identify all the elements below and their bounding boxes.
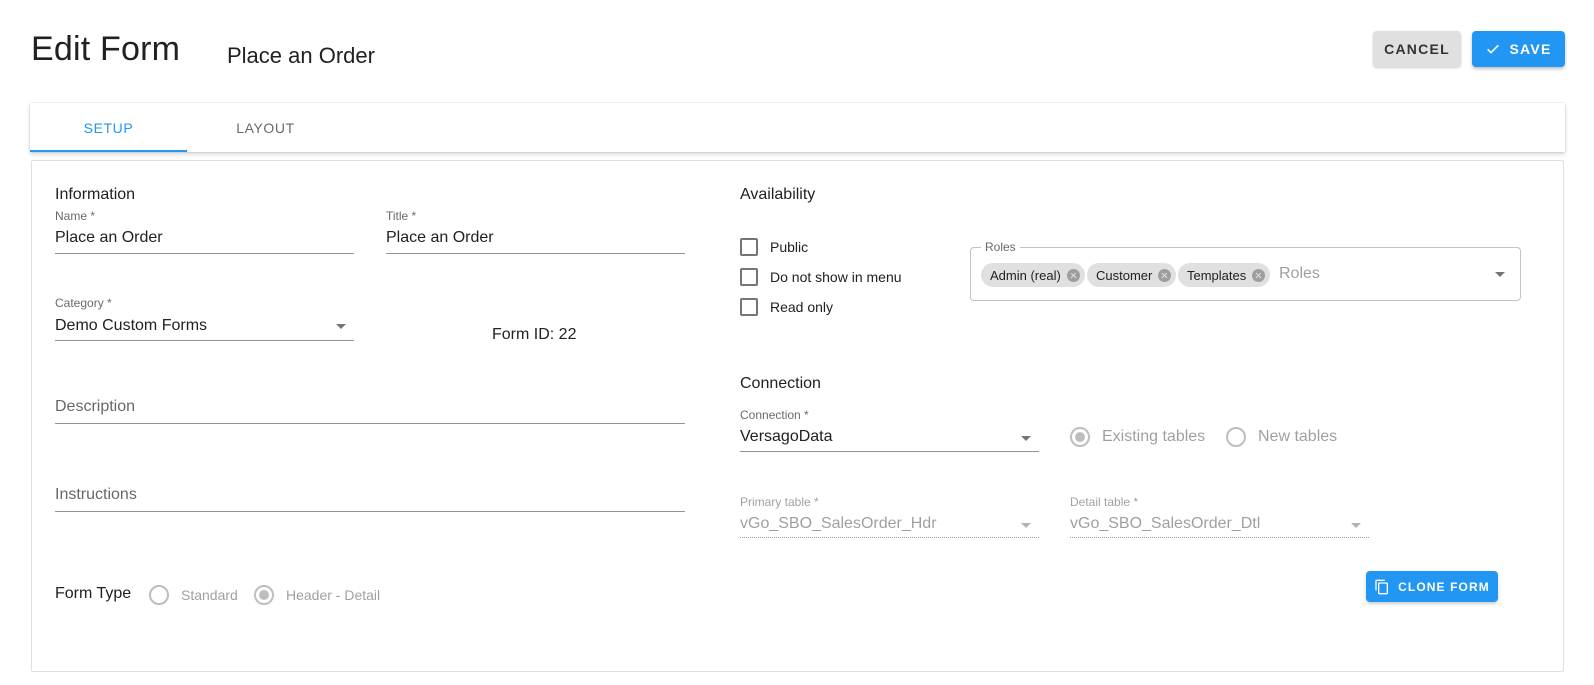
description-field-placeholder: Description [55, 398, 136, 415]
description-field[interactable]: Description [55, 398, 685, 425]
category-select-underline [55, 340, 354, 341]
cancel-button[interactable]: CANCEL [1373, 31, 1461, 67]
connection-select[interactable]: Connection * VersagoData [740, 408, 1039, 453]
instructions-field-placeholder: Instructions [55, 486, 137, 503]
detail-table-select-label: Detail table * [1070, 495, 1139, 509]
roles-select-label: Roles [981, 240, 1020, 254]
primary-table-select-value: vGo_SBO_SalesOrder_Hdr [740, 515, 937, 532]
hide-in-menu-checkbox[interactable]: Do not show in menu [740, 268, 902, 286]
read-only-checkbox[interactable]: Read only [740, 298, 833, 316]
tab-layout[interactable]: LAYOUT [187, 103, 344, 152]
clone-form-button[interactable]: CLONE FORM [1366, 571, 1498, 602]
new-tables-label: New tables [1258, 428, 1338, 445]
existing-tables-radio[interactable]: Existing tables [1070, 427, 1205, 447]
instructions-field[interactable]: Instructions [55, 486, 685, 513]
save-button-label: SAVE [1509, 41, 1552, 57]
chevron-down-icon [1021, 523, 1031, 528]
description-field-underline [55, 423, 685, 424]
role-chip-customer: Customer [1087, 263, 1177, 287]
detail-table-select[interactable]: Detail table * vGo_SBO_SalesOrder_Dtl [1070, 495, 1369, 540]
title-field[interactable]: Title * Place an Order [386, 209, 685, 254]
category-select-label: Category * [55, 296, 112, 310]
chevron-down-icon [1495, 272, 1505, 277]
detail-table-select-value: vGo_SBO_SalesOrder_Dtl [1070, 515, 1261, 532]
form-type-header-detail-radio[interactable]: Header - Detail [254, 585, 380, 605]
chevron-down-icon [336, 324, 346, 329]
save-button[interactable]: SAVE [1472, 31, 1565, 67]
information-section-title: Information [55, 186, 136, 203]
close-icon[interactable] [1066, 268, 1080, 282]
form-subtitle: Place an Order [227, 43, 375, 68]
primary-table-select-label: Primary table * [740, 495, 819, 509]
existing-tables-label: Existing tables [1102, 428, 1206, 445]
title-field-underline [386, 253, 685, 254]
checkbox-box [740, 298, 758, 316]
name-field[interactable]: Name * Place an Order [55, 209, 354, 254]
chevron-down-icon [1351, 523, 1361, 528]
title-field-label: Title * [386, 209, 417, 223]
tab-bar: SETUP LAYOUT [30, 103, 1565, 152]
roles-select-placeholder: Roles [1279, 265, 1320, 282]
read-only-checkbox-label: Read only [770, 299, 834, 315]
name-field-underline [55, 253, 354, 254]
clone-form-button-label: CLONE FORM [1398, 579, 1490, 594]
radio-circle-checked [254, 585, 274, 605]
close-icon[interactable] [1158, 268, 1172, 282]
tab-setup[interactable]: SETUP [30, 103, 187, 152]
primary-table-select-underline [740, 537, 1039, 538]
form-id: Form ID: 22 [492, 326, 577, 343]
page-title: Edit Form [31, 30, 181, 68]
hide-in-menu-checkbox-label: Do not show in menu [770, 269, 902, 285]
roles-select[interactable]: Roles Admin (real) Customer Templates Ro… [970, 240, 1521, 301]
public-checkbox-label: Public [770, 239, 809, 255]
category-select[interactable]: Category * Demo Custom Forms [55, 296, 354, 341]
radio-circle [1226, 427, 1246, 447]
form-type-header-detail-label: Header - Detail [286, 587, 381, 603]
checkbox-box [740, 238, 758, 256]
primary-table-select[interactable]: Primary table * vGo_SBO_SalesOrder_Hdr [740, 495, 1039, 540]
form-type-standard-radio[interactable]: Standard [149, 585, 238, 605]
role-chip-admin: Admin (real) [981, 263, 1085, 287]
copy-icon [1375, 579, 1389, 594]
name-field-value: Place an Order [55, 229, 163, 246]
radio-circle-checked [1070, 427, 1090, 447]
new-tables-radio[interactable]: New tables [1226, 427, 1337, 447]
title-field-value: Place an Order [386, 229, 494, 246]
close-icon[interactable] [1252, 268, 1266, 282]
form-type-standard-label: Standard [181, 587, 238, 603]
connection-section-title: Connection [740, 375, 821, 392]
connection-select-label: Connection * [740, 408, 809, 422]
role-chip-templates: Templates [1178, 263, 1271, 287]
form-type-label: Form Type [55, 585, 132, 602]
connection-select-value: VersagoData [740, 428, 833, 445]
connection-select-underline [740, 451, 1039, 452]
radio-circle [149, 585, 169, 605]
checkbox-box [740, 268, 758, 286]
chevron-down-icon [1021, 436, 1031, 441]
detail-table-select-underline [1070, 537, 1369, 538]
cancel-button-label: CANCEL [1384, 41, 1450, 57]
availability-section-title: Availability [740, 186, 816, 203]
public-checkbox[interactable]: Public [740, 238, 808, 256]
category-select-value: Demo Custom Forms [55, 317, 208, 334]
check-icon [1487, 44, 1500, 54]
instructions-field-underline [55, 511, 685, 512]
name-field-label: Name * [55, 209, 96, 223]
